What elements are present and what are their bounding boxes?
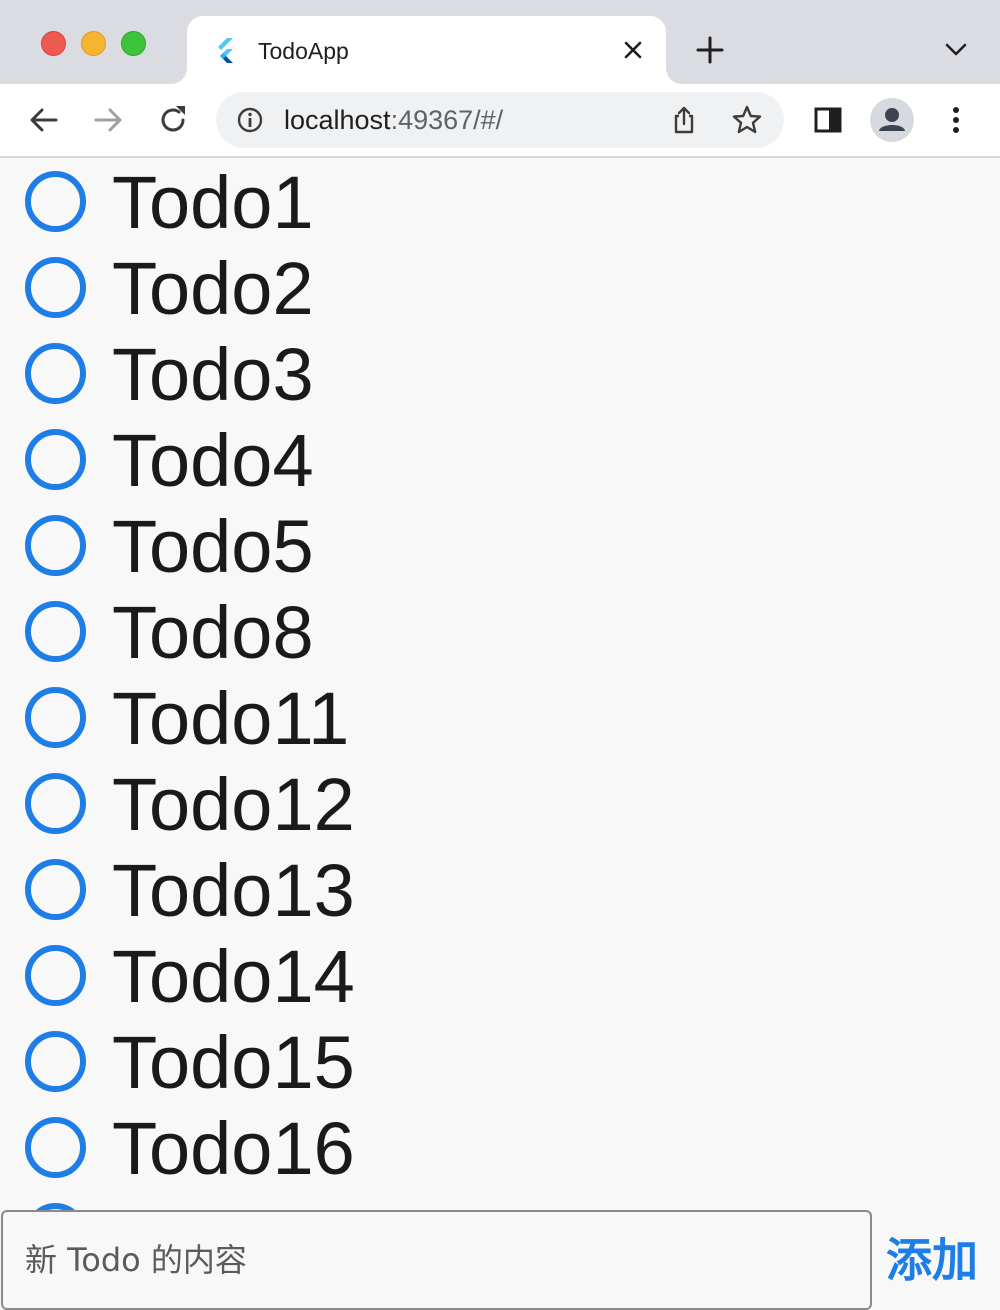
browser-toolbar: localhost:49367/#/ xyxy=(0,84,1000,158)
more-vert-icon[interactable] xyxy=(938,102,974,138)
address-bar[interactable]: localhost:49367/#/ xyxy=(216,92,784,148)
todo-item: Todo1 xyxy=(0,158,1000,244)
url-host: localhost xyxy=(284,105,391,135)
todo-text: Todo14 xyxy=(112,935,355,1018)
forward-arrow-icon[interactable] xyxy=(90,102,126,138)
todo-item: Todo12 xyxy=(0,760,1000,846)
profile-avatar[interactable] xyxy=(870,98,914,142)
todo-item: Todo13 xyxy=(0,846,1000,932)
todo-item: Todo11 xyxy=(0,674,1000,760)
todo-item: Todo2 xyxy=(0,244,1000,330)
reload-icon[interactable] xyxy=(155,102,191,138)
todo-item: Todo14 xyxy=(0,932,1000,1018)
new-todo-input[interactable] xyxy=(1,1210,872,1310)
todo-item: Todo8 xyxy=(0,588,1000,674)
todo-text: Todo11 xyxy=(112,677,350,760)
back-arrow-icon[interactable] xyxy=(26,102,62,138)
person-icon xyxy=(879,108,905,131)
todo-radio-button[interactable] xyxy=(25,1031,86,1092)
todo-app-content: Todo1 Todo2 Todo3 Todo4 Todo5 Todo8 Todo… xyxy=(0,158,1000,1310)
new-tab-icon[interactable] xyxy=(694,34,726,66)
todo-radio-button[interactable] xyxy=(25,945,86,1006)
share-icon[interactable] xyxy=(668,104,700,136)
todo-text: Todo8 xyxy=(112,591,314,674)
todo-radio-button[interactable] xyxy=(25,859,86,920)
todo-radio-button[interactable] xyxy=(25,1117,86,1178)
new-todo-bar: 添加 xyxy=(0,1210,1000,1310)
tab-title: TodoApp xyxy=(258,38,349,64)
minimize-window-button[interactable] xyxy=(81,31,106,56)
todo-radio-button[interactable] xyxy=(25,343,86,404)
todo-item: Todo4 xyxy=(0,416,1000,502)
tab-strip: TodoApp xyxy=(0,0,1000,84)
flutter-logo-icon xyxy=(218,38,233,63)
todo-text: Todo3 xyxy=(112,333,314,416)
chevron-down-icon[interactable] xyxy=(942,38,970,62)
tab-todoapp[interactable]: TodoApp xyxy=(187,16,666,84)
todo-radio-button[interactable] xyxy=(25,171,86,232)
todo-item: Todo15 xyxy=(0,1018,1000,1104)
close-icon[interactable] xyxy=(621,38,645,62)
info-icon[interactable] xyxy=(236,106,264,134)
add-todo-button[interactable]: 添加 xyxy=(886,1230,986,1290)
todo-item: Todo16 xyxy=(0,1104,1000,1190)
todo-radio-button[interactable] xyxy=(25,257,86,318)
todo-text: Todo15 xyxy=(112,1021,355,1104)
todo-radio-button[interactable] xyxy=(25,429,86,490)
todo-radio-button[interactable] xyxy=(25,601,86,662)
maximize-window-button[interactable] xyxy=(121,31,146,56)
todo-radio-button[interactable] xyxy=(25,687,86,748)
todo-text: Todo12 xyxy=(112,763,355,846)
todo-text: Todo5 xyxy=(112,505,314,588)
close-window-button[interactable] xyxy=(41,31,66,56)
todo-radio-button[interactable] xyxy=(25,773,86,834)
todo-radio-button[interactable] xyxy=(25,515,86,576)
todo-item: Todo3 xyxy=(0,330,1000,416)
todo-text: Todo16 xyxy=(112,1107,355,1190)
todo-text: Todo1 xyxy=(112,161,314,244)
url-path: :49367/#/ xyxy=(390,105,504,135)
bookmark-star-icon[interactable] xyxy=(731,104,763,136)
todo-text: Todo13 xyxy=(112,849,355,932)
todo-list: Todo1 Todo2 Todo3 Todo4 Todo5 Todo8 Todo… xyxy=(0,158,1000,1276)
todo-item: Todo5 xyxy=(0,502,1000,588)
todo-text: Todo4 xyxy=(112,419,314,502)
url-text[interactable]: localhost:49367/#/ xyxy=(284,105,503,135)
side-panel-icon[interactable] xyxy=(810,102,846,138)
browser-window: TodoApp localhost:49367/#/ Todo1 Todo2 T… xyxy=(0,0,1000,1310)
todo-text: Todo2 xyxy=(112,247,314,330)
